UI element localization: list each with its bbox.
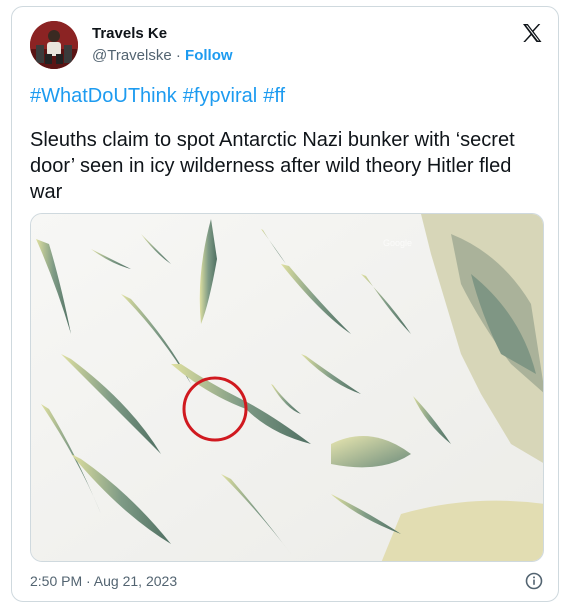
x-logo-icon[interactable] (520, 21, 544, 45)
hashtag-link[interactable]: #WhatDoUThink (30, 85, 177, 107)
map-watermark: Google (383, 238, 412, 248)
tweet-text: Sleuths claim to spot Antarctic Nazi bun… (30, 129, 515, 203)
satellite-image-icon: Google (31, 214, 543, 561)
avatar[interactable] (30, 21, 78, 69)
hashtag-link[interactable]: #fypviral (183, 85, 257, 107)
info-icon[interactable] (524, 571, 544, 591)
author-handle[interactable]: @Travelske (92, 47, 172, 64)
avatar-photo-icon (30, 21, 78, 69)
tweet-media-image[interactable]: Google (30, 213, 544, 562)
tweet-timestamp[interactable]: 2:50 PM · Aug 21, 2023 (30, 573, 177, 589)
author-meta: @Travelske · Follow (92, 47, 233, 64)
separator: · (171, 47, 186, 64)
tweet-card: Travels Ke @Travelske · Follow #WhatDoUT… (11, 6, 559, 602)
author-name[interactable]: Travels Ke (92, 25, 167, 42)
follow-button[interactable]: Follow (185, 47, 233, 64)
hashtag-link[interactable]: #ff (263, 85, 285, 107)
hashtag-list: #WhatDoUThink #fypviral #ff (30, 85, 291, 108)
